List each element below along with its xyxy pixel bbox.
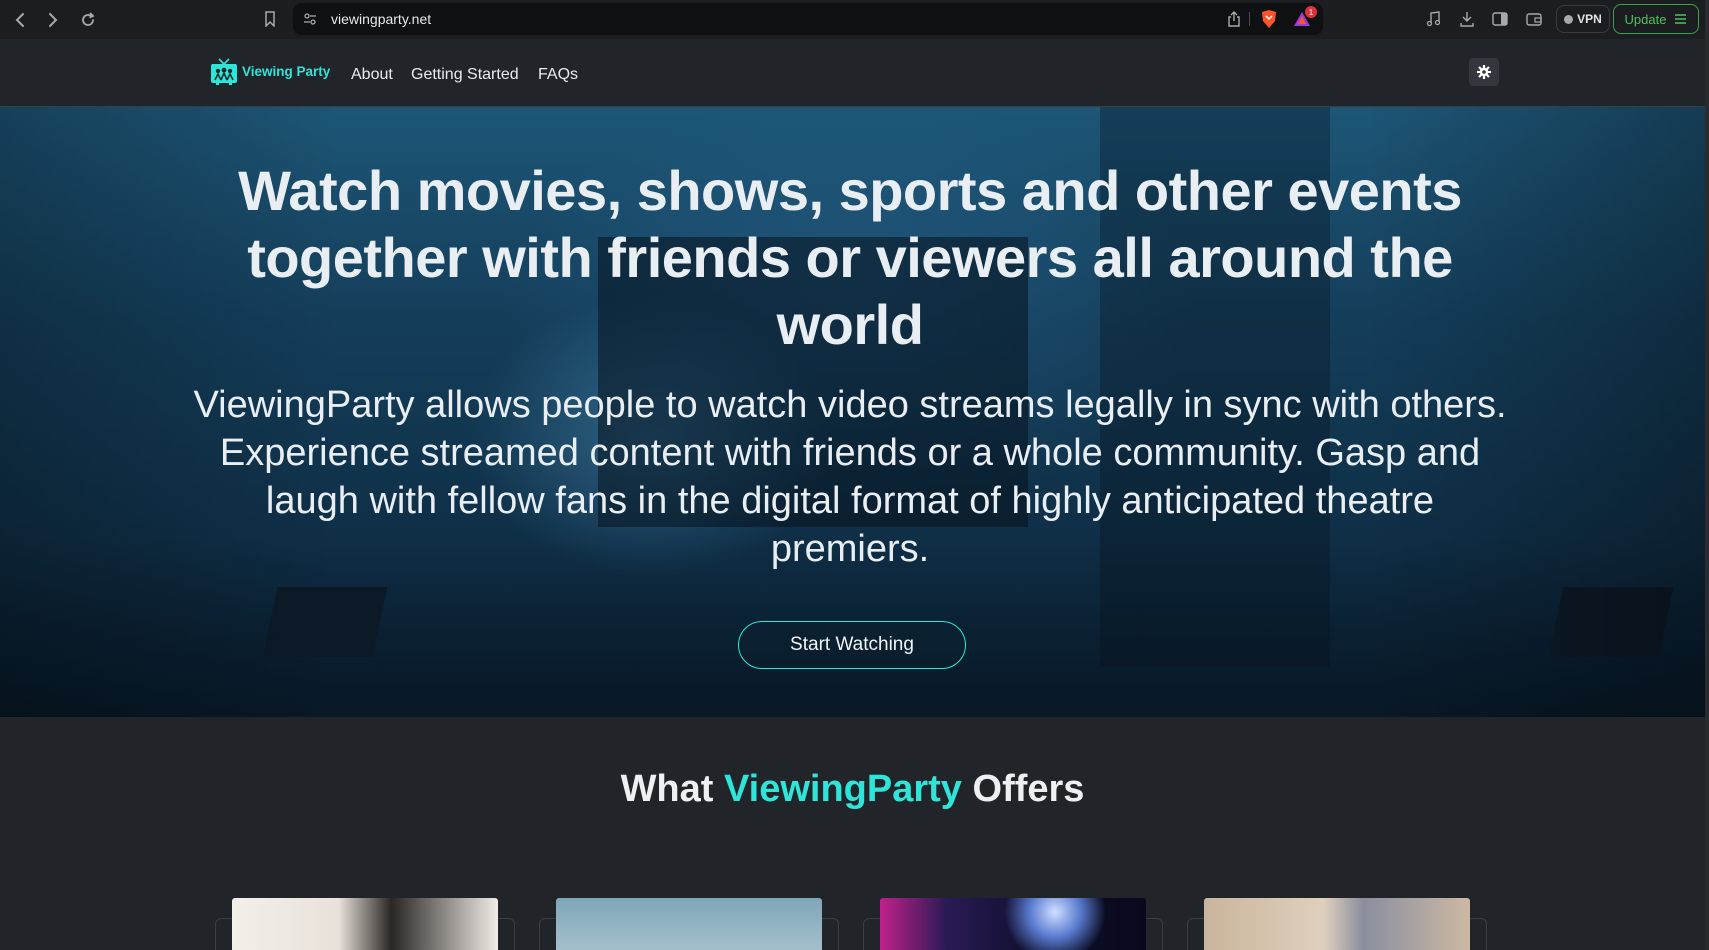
- logo-text: Viewing Party: [242, 63, 331, 79]
- update-button[interactable]: Update: [1613, 4, 1699, 34]
- menu-icon: [1675, 14, 1687, 24]
- offer-card-image: [880, 898, 1146, 950]
- offers-title-prefix: What: [620, 768, 724, 810]
- window-edge: [1705, 0, 1709, 950]
- brave-rewards-icon[interactable]: 1: [1291, 6, 1317, 30]
- sidebar-icon[interactable]: [1491, 10, 1509, 28]
- media-icon[interactable]: [1424, 10, 1442, 28]
- site-logo[interactable]: Viewing Party: [210, 56, 330, 86]
- offers-title-accent: ViewingParty: [724, 768, 962, 810]
- tv-logo-icon: [211, 58, 237, 85]
- vpn-button[interactable]: VPN: [1556, 5, 1610, 33]
- start-watching-button[interactable]: Start Watching: [738, 621, 966, 669]
- browser-toolbar: viewingparty.net 1 VPN Update: [0, 0, 1709, 39]
- offer-card-image: [556, 898, 822, 950]
- share-icon[interactable]: [1225, 10, 1243, 28]
- download-icon[interactable]: [1458, 10, 1476, 28]
- reload-icon[interactable]: [75, 7, 101, 33]
- offers-title: What ViewingParty Offers: [0, 768, 1705, 811]
- offer-card-image: [232, 898, 498, 950]
- offers-title-suffix: Offers: [961, 768, 1085, 810]
- site-header: Viewing Party About Getting Started FAQs: [0, 39, 1705, 107]
- nav-getting-started[interactable]: Getting Started: [411, 66, 519, 84]
- update-label: Update: [1624, 11, 1667, 27]
- address-bar[interactable]: viewingparty.net 1: [293, 3, 1323, 35]
- hero-title: Watch movies, shows, sports and other ev…: [238, 159, 1462, 356]
- vpn-status-icon: [1564, 14, 1574, 24]
- bookmark-icon[interactable]: [261, 10, 279, 28]
- toolbar-divider: [1249, 12, 1250, 26]
- url-text[interactable]: viewingparty.net: [331, 11, 431, 27]
- theme-settings-button[interactable]: [1469, 58, 1499, 86]
- gear-icon: [1477, 65, 1491, 79]
- nav-about[interactable]: About: [351, 66, 393, 84]
- browser-window: viewingparty.net 1 VPN Update Viewing Pa…: [0, 0, 1709, 950]
- hero-section: Watch movies, shows, sports and other ev…: [0, 107, 1705, 717]
- notification-badge: 1: [1305, 6, 1317, 18]
- brave-shields-icon[interactable]: [1259, 8, 1279, 30]
- site-settings-icon[interactable]: [302, 11, 318, 27]
- nav-faqs[interactable]: FAQs: [538, 66, 578, 84]
- hero-subtitle: ViewingParty allows people to watch vide…: [193, 384, 1507, 570]
- wallet-icon[interactable]: [1525, 10, 1543, 28]
- forward-icon[interactable]: [40, 7, 66, 33]
- offer-card-image: [1204, 898, 1470, 950]
- vpn-label: VPN: [1577, 12, 1602, 26]
- back-icon[interactable]: [7, 7, 33, 33]
